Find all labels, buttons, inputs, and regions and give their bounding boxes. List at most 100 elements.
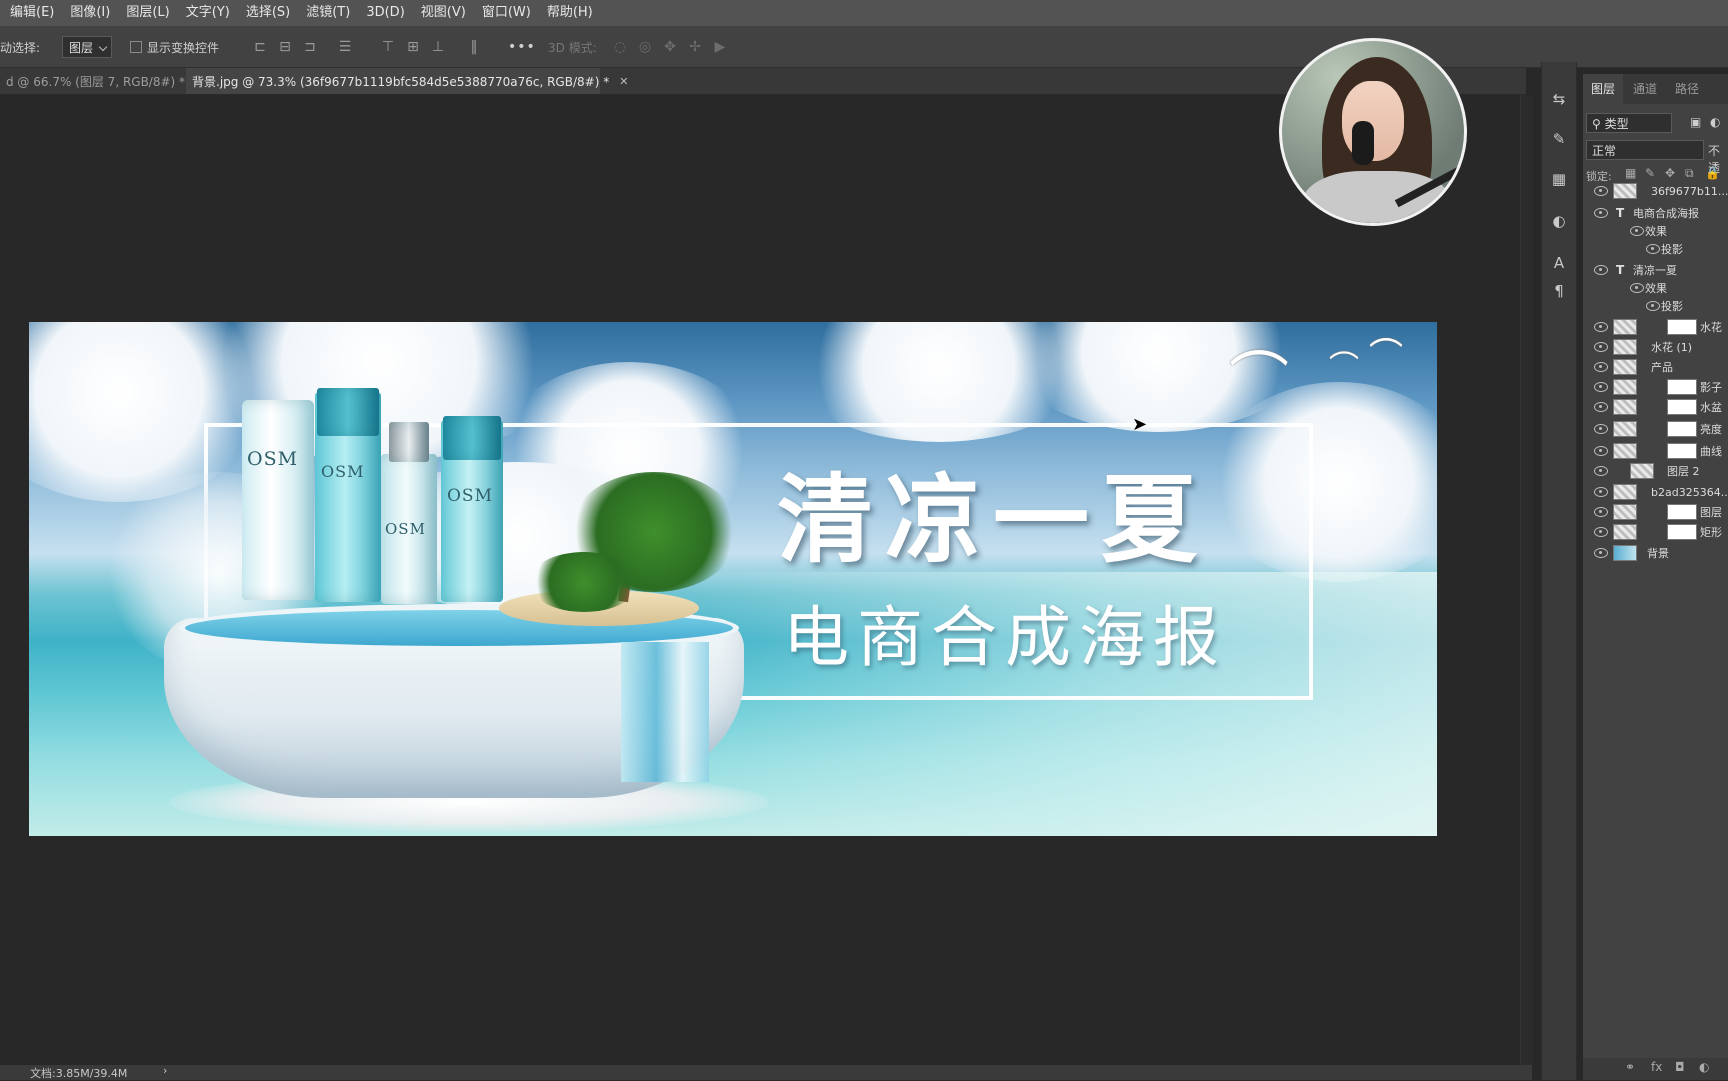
layer-row[interactable]: 投影 [1583,295,1728,317]
more-options-icon[interactable]: ••• [508,26,536,68]
visibility-eye-icon[interactable] [1594,265,1608,275]
visibility-eye-icon[interactable] [1630,283,1644,293]
lock-image-icon[interactable]: ✎ [1645,166,1655,180]
layer-mask-thumbnail[interactable] [1667,504,1697,520]
visibility-eye-icon[interactable] [1594,466,1608,476]
layer-row[interactable]: 36f9677b11...3 [1583,180,1728,202]
menu-item[interactable]: 图像(I) [62,0,118,26]
3d-orbit-icon[interactable]: ◌ [612,39,628,55]
layer-mask-thumbnail[interactable] [1667,524,1697,540]
auto-select-dropdown[interactable]: 图层 [62,36,113,58]
layer-row[interactable]: 矩形 [1583,521,1728,543]
canvas-vertical-scrollbar[interactable] [1520,95,1533,1065]
distribute-v-icon[interactable]: ‖ [466,39,482,55]
filter-pixel-icon[interactable]: ▣ [1690,115,1701,129]
layer-row[interactable]: 曲线 [1583,440,1728,462]
swatches-icon[interactable]: ▦ [1550,170,1568,188]
layer-row[interactable]: 背景 [1583,542,1728,564]
menu-item[interactable]: 帮助(H) [539,0,601,26]
visibility-eye-icon[interactable] [1594,342,1608,352]
layer-mask-thumbnail[interactable] [1667,421,1697,437]
show-transform-toggle[interactable]: 显示变换控件 [130,26,219,68]
layer-row[interactable]: 图层 2 [1583,460,1728,482]
align-left-icon[interactable]: ⊏ [252,39,268,55]
document-size[interactable]: 文档:3.85M/39.4M [30,1065,127,1081]
status-menu-arrow-icon[interactable]: › [163,1064,167,1077]
show-transform-checkbox[interactable] [130,41,142,53]
close-icon[interactable]: ✕ [619,75,628,88]
visibility-eye-icon[interactable] [1594,322,1608,332]
fx-icon[interactable]: fx [1651,1060,1662,1074]
menu-item[interactable]: 文字(Y) [178,0,238,26]
layer-row[interactable]: 亮度 [1583,418,1728,440]
align-right-icon[interactable]: ⊐ [302,39,318,55]
brand-label: OSM [247,448,299,470]
distribute-h-icon[interactable]: ☰ [337,39,353,55]
menu-item[interactable]: 编辑(E) [2,0,62,26]
layer-mask-thumbnail[interactable] [1667,379,1697,395]
lock-artboard-icon[interactable]: ⧉ [1685,166,1694,181]
tab-document-2[interactable]: 背景.jpg @ 73.3% (36f9677b1119bfc584d5e538… [186,68,628,94]
layer-row[interactable]: 水花 [1583,316,1728,338]
menu-item[interactable]: 选择(S) [238,0,298,26]
visibility-eye-icon[interactable] [1594,362,1608,372]
history-icon[interactable]: ⇆ [1550,90,1568,108]
layer-mask-thumbnail[interactable] [1667,443,1697,459]
blend-mode-dropdown[interactable]: 正常 [1586,140,1704,160]
visibility-eye-icon[interactable] [1646,301,1660,311]
lock-transparent-icon[interactable]: ▦ [1625,166,1636,180]
lock-position-icon[interactable]: ✥ [1665,166,1675,180]
layer-row[interactable]: 影子 [1583,376,1728,398]
brush-settings-icon[interactable]: ✎ [1550,130,1568,148]
align-bottom-icon[interactable]: ⊥ [430,39,446,55]
tab-document-1[interactable]: d @ 66.7% (图层 7, RGB/8#) * ✕ [0,68,204,94]
3d-camera-icon[interactable]: ▶ [712,39,728,55]
visibility-eye-icon[interactable] [1630,226,1644,236]
visibility-eye-icon[interactable] [1594,487,1608,497]
tab-layers[interactable]: 图层 [1583,74,1624,104]
layer-mask-thumbnail[interactable] [1667,399,1697,415]
add-mask-icon[interactable]: ◘ [1675,1060,1685,1074]
3d-pan-icon[interactable]: ✥ [662,39,678,55]
adjustments-icon[interactable]: ◐ [1550,212,1568,230]
visibility-eye-icon[interactable] [1594,382,1608,392]
brand-label: OSM [385,520,426,538]
layer-name: 曲线 [1700,445,1722,458]
tab-paths[interactable]: 路径 [1667,74,1707,104]
menu-item[interactable]: 窗口(W) [474,0,539,26]
visibility-eye-icon[interactable] [1594,186,1608,196]
filter-adjustment-icon[interactable]: ◐ [1710,115,1720,129]
menu-item[interactable]: 滤镜(T) [298,0,358,26]
link-layers-icon[interactable]: ⚭ [1625,1060,1635,1074]
layer-row[interactable]: 图层 [1583,501,1728,523]
visibility-eye-icon[interactable] [1594,208,1608,218]
visibility-eye-icon[interactable] [1594,527,1608,537]
3d-slide-icon[interactable]: ✢ [687,39,703,55]
visibility-eye-icon[interactable] [1594,507,1608,517]
paragraph-icon[interactable]: ¶ [1550,282,1568,300]
layer-row[interactable]: 水花 (1) [1583,336,1728,358]
new-adjustment-icon[interactable]: ◐ [1699,1060,1709,1074]
align-top-icon[interactable]: ⊤ [380,39,396,55]
visibility-eye-icon[interactable] [1646,244,1660,254]
visibility-eye-icon[interactable] [1594,446,1608,456]
align-center-h-icon[interactable]: ⊟ [277,39,293,55]
layer-row[interactable]: b2ad325364... [1583,481,1728,503]
layer-row[interactable]: 投影 [1583,238,1728,260]
visibility-eye-icon[interactable] [1594,548,1608,558]
3d-roll-icon[interactable]: ◎ [637,39,653,55]
menu-item[interactable]: 视图(V) [413,0,474,26]
visibility-eye-icon[interactable] [1594,402,1608,412]
visibility-eye-icon[interactable] [1594,424,1608,434]
poster-canvas[interactable]: 清凉一夏 电商合成海报 OSM OSM OSM OSM ⌒ ⌒ ⌒ [29,322,1437,836]
align-middle-v-icon[interactable]: ⊞ [405,39,421,55]
character-icon[interactable]: A [1550,254,1568,272]
layer-mask-thumbnail[interactable] [1667,319,1697,335]
layer-row[interactable]: 水盆 [1583,396,1728,418]
layer-row[interactable]: 产品 [1583,356,1728,378]
tab-channels[interactable]: 通道 [1625,74,1665,104]
menu-item[interactable]: 3D(D) [358,0,412,26]
layer-filter-dropdown[interactable]: ⚲ 类型 [1586,113,1672,133]
menu-item[interactable]: 图层(L) [118,0,177,26]
lock-all-icon[interactable]: 🔒 [1705,166,1720,180]
